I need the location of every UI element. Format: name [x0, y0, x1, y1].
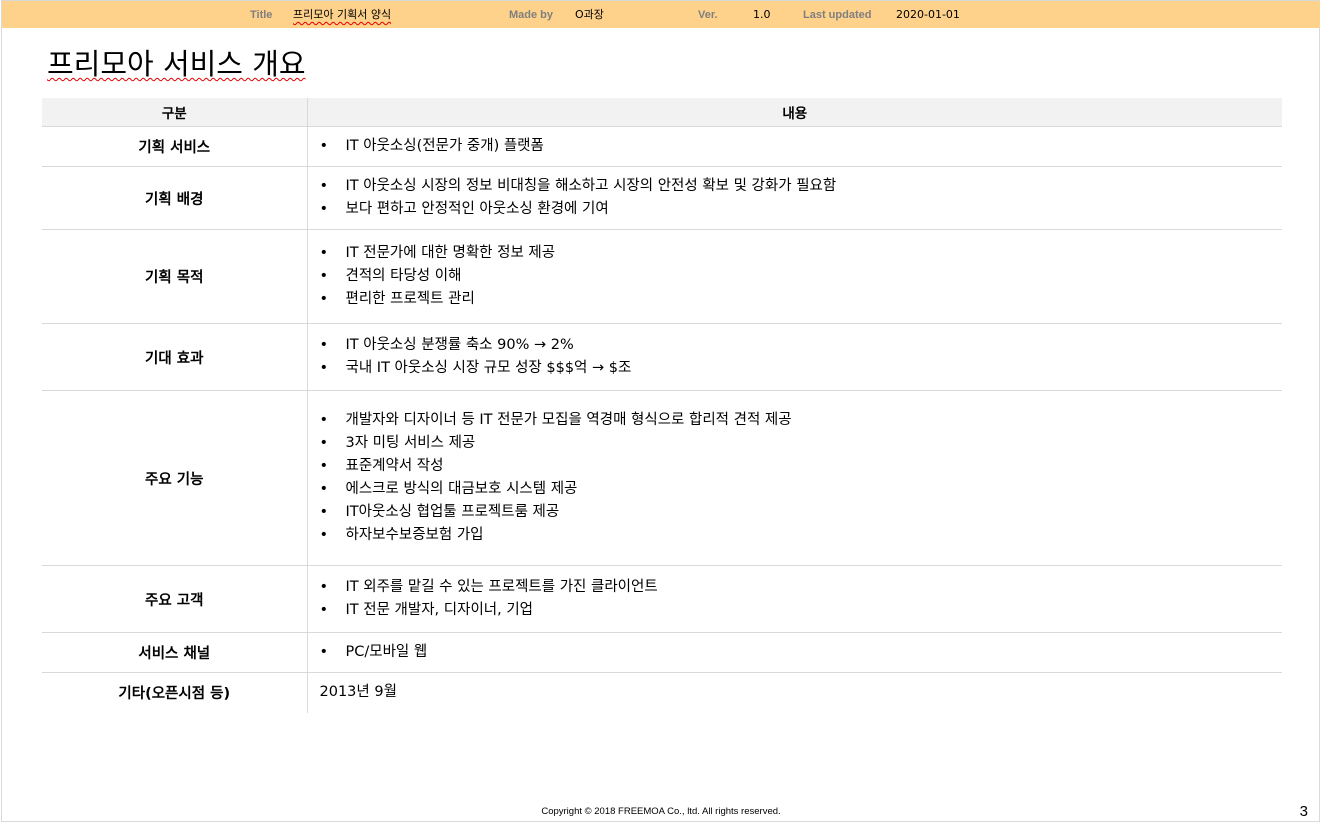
page-number: 3 — [1299, 803, 1308, 820]
last-updated-value: 2020-01-01 — [896, 8, 960, 21]
table-row-main-customers: 주요 고객 IT 외주를 맡길 수 있는 프로젝트를 가진 클라이언트 IT 전… — [42, 565, 1283, 633]
version-value: 1.0 — [753, 8, 771, 21]
table-row-planned-service: 기획 서비스 IT 아웃소싱(전문가 중개) 플랫폼 — [42, 126, 1283, 167]
row-category: 기획 서비스 — [42, 126, 308, 167]
launch-date-text: 2013년 9월 — [319, 684, 397, 701]
document-header-bar: Title 프리모아 기획서 양식 Made by O과장 Ver. 1.0 L… — [2, 1, 1320, 28]
row-category: 기획 배경 — [42, 166, 308, 230]
table-row-main-features: 주요 기능 개발자와 디자이너 등 IT 전문가 모집을 역경매 형식으로 합리… — [42, 390, 1283, 566]
copyright-footer: Copyright © 2018 FREEMOA Co., ltd. All r… — [541, 806, 781, 817]
table-row-expected-effect: 기대 효과 IT 아웃소싱 분쟁률 축소 90% → 2% 국내 IT 아웃소싱… — [42, 323, 1283, 391]
list-item: 하자보수보증보험 가입 — [320, 524, 1283, 547]
version-label: Ver. — [698, 9, 718, 21]
made-by-value: O과장 — [575, 8, 604, 21]
list-item: IT 아웃소싱 분쟁률 축소 90% → 2% — [320, 334, 1283, 357]
list-item: 에스크로 방식의 대금보호 시스템 제공 — [320, 478, 1283, 501]
row-category: 기획 목적 — [42, 229, 308, 324]
row-content: IT 아웃소싱 시장의 정보 비대칭을 해소하고 시장의 안전성 확보 및 강화… — [307, 166, 1283, 230]
list-item: 3자 미팅 서비스 제공 — [320, 432, 1283, 455]
list-item: 편리한 프로젝트 관리 — [320, 288, 1283, 311]
row-category: 주요 고객 — [42, 565, 308, 633]
list-item: IT 외주를 맡길 수 있는 프로젝트를 가진 클라이언트 — [320, 576, 1283, 599]
table-row-service-channel: 서비스 채널 PC/모바일 웹 — [42, 632, 1283, 673]
row-content: IT 아웃소싱(전문가 중개) 플랫폼 — [307, 126, 1283, 167]
list-item: IT 전문 개발자, 디자이너, 기업 — [320, 599, 1283, 622]
title-label: Title — [250, 9, 273, 21]
row-content: 개발자와 디자이너 등 IT 전문가 모집을 역경매 형식으로 합리적 견적 제… — [307, 390, 1283, 566]
row-content: 2013년 9월 — [307, 673, 1282, 713]
list-item: IT 아웃소싱 시장의 정보 비대칭을 해소하고 시장의 안전성 확보 및 강화… — [320, 175, 1283, 198]
table-row-etc: 기타(오픈시점 등) 2013년 9월 — [42, 672, 1282, 713]
page-title: 프리모아 서비스 개요 — [47, 47, 306, 81]
column-header-category: 구분 — [42, 98, 308, 127]
table-row-purpose: 기획 목적 IT 전문가에 대한 명확한 정보 제공 견적의 타당성 이해 편리… — [42, 229, 1283, 324]
column-header-content: 내용 — [307, 98, 1282, 127]
row-category: 주요 기능 — [42, 390, 308, 566]
list-item: IT아웃소싱 협업툴 프로젝트룸 제공 — [320, 501, 1283, 524]
list-item: 국내 IT 아웃소싱 시장 규모 성장 $$$억 → $조 — [320, 357, 1283, 380]
list-item: 표준계약서 작성 — [320, 455, 1283, 478]
row-content: PC/모바일 웹 — [307, 632, 1283, 673]
list-item: IT 아웃소싱(전문가 중개) 플랫폼 — [320, 135, 1283, 158]
table-header-row: 구분 내용 — [42, 98, 1282, 127]
row-content: IT 아웃소싱 분쟁률 축소 90% → 2% 국내 IT 아웃소싱 시장 규모… — [307, 323, 1283, 391]
list-item: 개발자와 디자이너 등 IT 전문가 모집을 역경매 형식으로 합리적 견적 제… — [320, 409, 1283, 432]
row-category: 서비스 채널 — [42, 632, 308, 673]
title-value: 프리모아 기획서 양식 — [293, 8, 392, 21]
row-category: 기타(오픈시점 등) — [42, 672, 308, 713]
list-item: PC/모바일 웹 — [320, 641, 1283, 664]
row-category: 기대 효과 — [42, 323, 308, 391]
row-content: IT 전문가에 대한 명확한 정보 제공 견적의 타당성 이해 편리한 프로젝트… — [307, 229, 1283, 324]
list-item: 견적의 타당성 이해 — [320, 265, 1283, 288]
table-row-background: 기획 배경 IT 아웃소싱 시장의 정보 비대칭을 해소하고 시장의 안전성 확… — [42, 166, 1283, 230]
service-overview-table: 구분 내용 기획 서비스 IT 아웃소싱(전문가 중개) 플랫폼 기획 배경 I… — [42, 98, 1282, 713]
last-updated-label: Last updated — [803, 9, 872, 21]
list-item: 보다 편하고 안정적인 아웃소싱 환경에 기여 — [320, 198, 1283, 221]
row-content: IT 외주를 맡길 수 있는 프로젝트를 가진 클라이언트 IT 전문 개발자,… — [307, 565, 1283, 633]
made-by-label: Made by — [509, 9, 554, 21]
list-item: IT 전문가에 대한 명확한 정보 제공 — [320, 242, 1283, 265]
